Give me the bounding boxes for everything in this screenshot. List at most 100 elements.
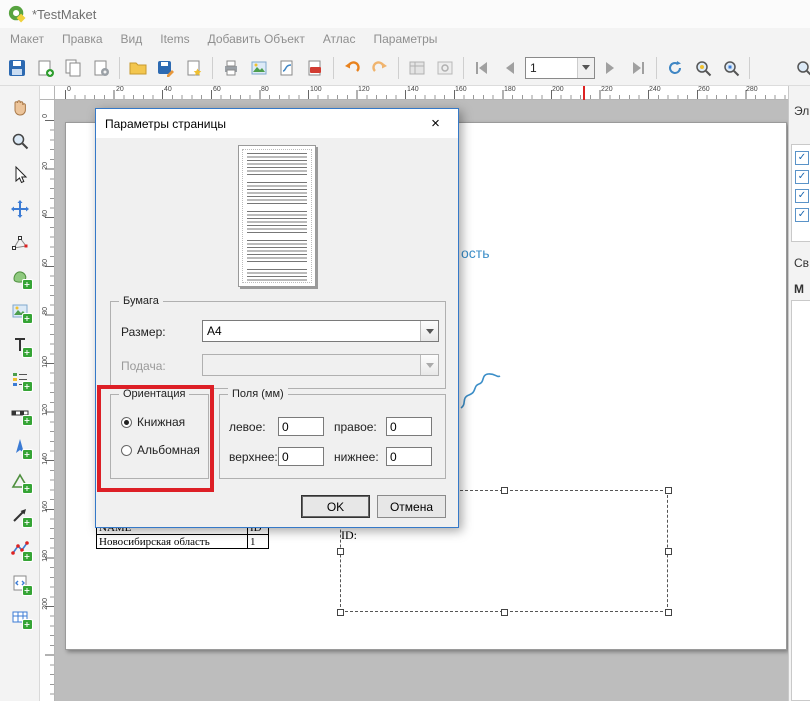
layout-manager-icon[interactable] xyxy=(88,55,114,81)
selection-handle[interactable] xyxy=(337,609,344,616)
menu-add-object[interactable]: Добавить Объект xyxy=(208,32,305,46)
toolbar-separator xyxy=(212,57,213,79)
margin-bottom-input[interactable] xyxy=(386,447,432,466)
orientation-group-legend: Ориентация xyxy=(119,388,189,400)
atlas-first-feature-icon[interactable] xyxy=(469,55,495,81)
add-shape-icon[interactable] xyxy=(9,470,31,492)
vertical-ruler: 0 20 40 60 80 100 120 140 160 180 200 xyxy=(40,100,55,701)
zoom-tool-icon[interactable] xyxy=(9,130,31,152)
margin-left-label: левое: xyxy=(229,420,266,434)
portrait-radio-row[interactable]: Книжная xyxy=(121,415,185,429)
menu-vid[interactable]: Вид xyxy=(121,32,143,46)
pan-tool-icon[interactable] xyxy=(9,96,31,118)
item-visibility-checkbox[interactable]: ✓ xyxy=(795,208,809,222)
portrait-radio[interactable] xyxy=(121,417,132,428)
paper-feed-label: Подача: xyxy=(121,359,166,373)
add-scalebar-icon[interactable] xyxy=(9,402,31,424)
menu-parametry[interactable]: Параметры xyxy=(373,32,437,46)
combo-dropdown-icon[interactable] xyxy=(420,321,438,341)
dialog-close-button[interactable]: × xyxy=(413,109,458,138)
add-arrow-icon[interactable] xyxy=(9,504,31,526)
add-label-icon[interactable] xyxy=(9,334,31,356)
zoom-full-icon[interactable] xyxy=(690,55,716,81)
add-map-icon[interactable] xyxy=(9,266,31,288)
margin-bottom-label: нижнее: xyxy=(334,450,379,464)
zoom-actual-icon[interactable] xyxy=(718,55,744,81)
move-item-content-icon[interactable] xyxy=(9,198,31,220)
atlas-page-combobox[interactable]: 1 xyxy=(525,57,595,79)
paper-size-combobox[interactable]: A4 xyxy=(202,320,439,342)
margin-left-input[interactable] xyxy=(278,417,324,436)
undo-icon[interactable] xyxy=(339,55,365,81)
dialog-title-bar[interactable]: Параметры страницы × xyxy=(96,109,458,138)
save-layout-icon[interactable] xyxy=(4,55,30,81)
selection-handle[interactable] xyxy=(665,609,672,616)
new-layout-icon[interactable] xyxy=(32,55,58,81)
margins-group-legend: Поля (мм) xyxy=(228,388,288,400)
menu-pravka[interactable]: Правка xyxy=(62,32,103,46)
item-visibility-checkbox[interactable]: ✓ xyxy=(795,151,809,165)
edit-nodes-tool-icon[interactable] xyxy=(9,232,31,254)
atlas-preview-icon[interactable] xyxy=(432,55,458,81)
add-picture-icon[interactable] xyxy=(9,300,31,322)
atlas-settings-icon[interactable] xyxy=(404,55,430,81)
export-pdf-icon[interactable] xyxy=(302,55,328,81)
add-node-item-icon[interactable] xyxy=(9,538,31,560)
save-as-icon[interactable] xyxy=(153,55,179,81)
id-text-item: ID: xyxy=(341,528,357,543)
ruler-label: 200 xyxy=(42,598,49,610)
duplicate-layout-icon[interactable] xyxy=(60,55,86,81)
toolbar-separator xyxy=(749,57,750,79)
paper-feed-combobox xyxy=(202,354,439,376)
add-from-template-icon[interactable] xyxy=(181,55,207,81)
atlas-last-feature-icon[interactable] xyxy=(625,55,651,81)
paper-size-label: Размер: xyxy=(121,325,166,339)
atlas-prev-feature-icon[interactable] xyxy=(497,55,523,81)
refresh-view-icon[interactable] xyxy=(662,55,688,81)
open-folder-icon[interactable] xyxy=(125,55,151,81)
page-setup-dialog: Параметры страницы × Бумага Размер: A4 П… xyxy=(95,108,459,528)
item-visibility-checkbox[interactable]: ✓ xyxy=(795,170,809,184)
select-move-item-icon[interactable] xyxy=(9,164,31,186)
combo-dropdown-icon[interactable] xyxy=(577,58,594,78)
export-image-icon[interactable] xyxy=(246,55,272,81)
page-preview xyxy=(238,145,316,287)
title-bar: *TestMaket xyxy=(0,0,810,29)
redo-icon[interactable] xyxy=(367,55,393,81)
ruler-label: 280 xyxy=(746,86,758,93)
selection-handle[interactable] xyxy=(501,609,508,616)
margin-right-input[interactable] xyxy=(386,417,432,436)
attr-cell-id: 1 xyxy=(248,535,269,549)
selection-handle[interactable] xyxy=(665,487,672,494)
dialog-title: Параметры страницы xyxy=(96,117,226,131)
portrait-label: Книжная xyxy=(137,415,185,429)
cancel-button[interactable]: Отмена xyxy=(377,495,446,518)
item-visibility-checkbox[interactable]: ✓ xyxy=(795,189,809,203)
ok-button[interactable]: OK xyxy=(301,495,370,518)
landscape-radio-row[interactable]: Альбомная xyxy=(121,443,200,457)
print-icon[interactable] xyxy=(218,55,244,81)
add-html-icon[interactable] xyxy=(9,572,31,594)
add-north-arrow-icon[interactable] xyxy=(9,436,31,458)
export-svg-icon[interactable] xyxy=(274,55,300,81)
margin-top-input[interactable] xyxy=(278,447,324,466)
ruler-label: 260 xyxy=(698,86,710,93)
map-title-fragment: ость xyxy=(461,245,490,261)
attr-cell-name: Новосибирская область xyxy=(97,535,248,549)
paper-group-legend: Бумага xyxy=(119,295,163,307)
atlas-next-feature-icon[interactable] xyxy=(597,55,623,81)
menu-atlas[interactable]: Атлас xyxy=(323,32,356,46)
add-legend-icon[interactable] xyxy=(9,368,31,390)
selection-handle[interactable] xyxy=(337,548,344,555)
selection-handle[interactable] xyxy=(501,487,508,494)
menu-maket[interactable]: Макет xyxy=(10,32,44,46)
selection-handle[interactable] xyxy=(665,548,672,555)
landscape-radio[interactable] xyxy=(121,445,132,456)
zoom-in-icon[interactable] xyxy=(791,55,810,81)
ruler-label: 240 xyxy=(649,86,661,93)
menu-items[interactable]: Items xyxy=(160,32,189,46)
ruler-label: 140 xyxy=(42,453,49,465)
ruler-label: 180 xyxy=(504,86,516,93)
add-attribute-table-icon[interactable] xyxy=(9,606,31,628)
landscape-label: Альбомная xyxy=(137,443,200,457)
